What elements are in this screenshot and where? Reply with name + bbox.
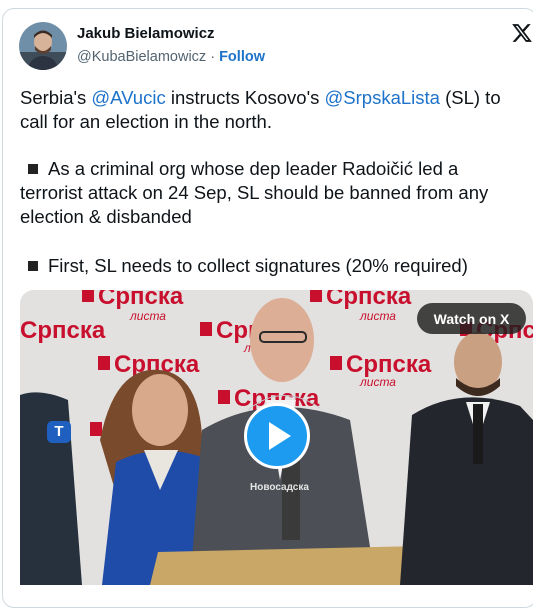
- author-name[interactable]: Jakub Bielamowicz: [77, 25, 215, 42]
- tweet-line-1: Serbia's @AVucic instructs Kosovo's @Srp…: [20, 86, 530, 110]
- backdrop-logo-text: Српска: [20, 317, 106, 344]
- author-handle-row: @KubaBielamowicz · Follow: [77, 49, 265, 65]
- tweet-text: Serbia's @AVucic instructs Kosovo's @Srp…: [20, 86, 530, 134]
- bullet2-text: First, SL needs to collect signatures (2…: [48, 255, 468, 276]
- text-segment: instructs Kosovo's: [165, 87, 325, 108]
- bullet-paragraph-2: First, SL needs to collect signatures (2…: [20, 254, 530, 278]
- follow-button[interactable]: Follow: [219, 49, 265, 65]
- backdrop-logo-text: Српска: [326, 290, 412, 310]
- backdrop-sub-text: листа: [359, 309, 396, 323]
- tv-channel-logo: T: [47, 421, 71, 443]
- bullet1-line1: As a criminal org whose dep leader Radoi…: [48, 158, 459, 179]
- x-logo-icon[interactable]: [511, 22, 533, 46]
- black-square-icon: [28, 164, 38, 175]
- text-segment: (SL) to: [439, 87, 501, 108]
- black-square-icon: [28, 261, 38, 272]
- author-handle[interactable]: @KubaBielamowicz: [77, 49, 206, 65]
- text-segment: Serbia's: [20, 87, 92, 108]
- tweet-line-2: call for an election in the north.: [20, 111, 272, 132]
- avatar[interactable]: [19, 22, 67, 70]
- bullet1-line3: election & disbanded: [20, 206, 192, 227]
- bullet1-line2: terrorist attack on 24 Sep, SL should be…: [20, 182, 489, 203]
- channel-watermark: Новосадска: [250, 482, 309, 493]
- play-button[interactable]: [244, 403, 310, 469]
- separator-dot: ·: [210, 49, 216, 65]
- backdrop-sub-text: листа: [359, 375, 396, 389]
- watch-on-x-button[interactable]: Watch on X: [417, 303, 526, 334]
- backdrop-logo-text: Српска: [346, 351, 432, 378]
- mention-avucic[interactable]: @AVucic: [91, 87, 165, 108]
- backdrop-logo-text: Српска: [98, 290, 184, 310]
- backdrop-sub-text: листа: [129, 309, 166, 323]
- play-icon: [269, 422, 291, 450]
- bullet-paragraph-1: As a criminal org whose dep leader Radoi…: [20, 157, 530, 229]
- mention-srpskalista[interactable]: @SrpskaLista: [325, 87, 440, 108]
